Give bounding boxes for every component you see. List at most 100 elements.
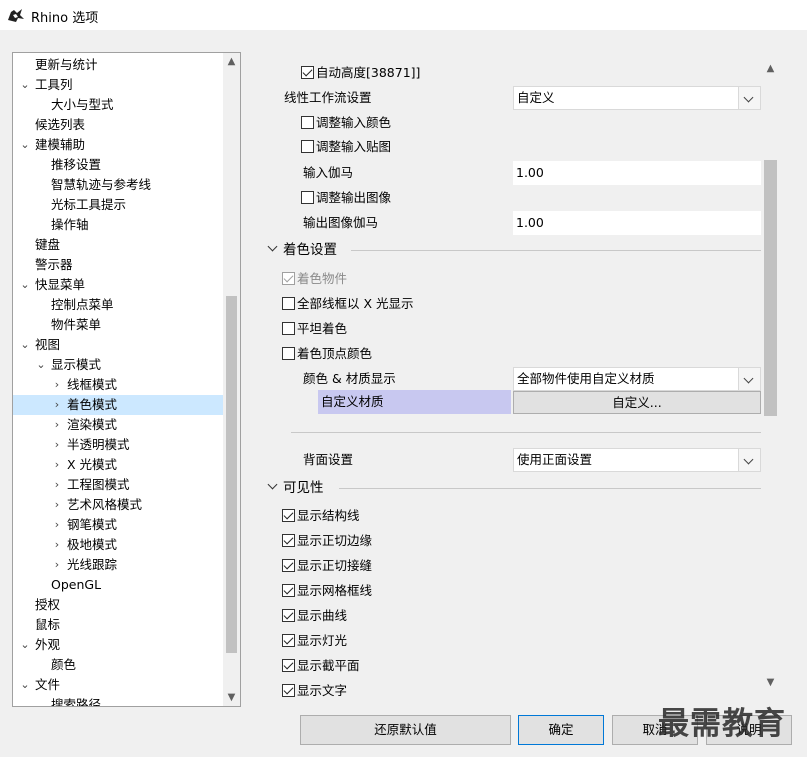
color-material-select[interactable]: 全部物件使用自定义材质	[513, 367, 761, 391]
chevron-right-icon[interactable]: ›	[51, 455, 63, 475]
panel-scroll-thumb[interactable]	[764, 160, 777, 416]
tree-item[interactable]: › 极地模式	[13, 535, 223, 555]
collapse-chevron-icon[interactable]	[267, 241, 278, 252]
tree-item[interactable]: › X 光模式	[13, 455, 223, 475]
visibility-checkbox[interactable]	[282, 634, 295, 647]
section-divider	[291, 432, 761, 433]
visibility-checkbox[interactable]	[282, 684, 295, 697]
tree-item[interactable]: › 渲染模式	[13, 415, 223, 435]
scroll-up-icon[interactable]: ▲	[762, 60, 779, 77]
tree-item[interactable]: › 钢笔模式	[13, 515, 223, 535]
collapse-chevron-icon[interactable]	[267, 479, 278, 490]
vertex-colors-checkbox[interactable]	[282, 347, 295, 360]
chevron-right-icon[interactable]: ›	[51, 475, 63, 495]
tree-item-label: 更新与统计	[35, 57, 98, 72]
chevron-right-icon[interactable]: ›	[51, 395, 63, 415]
tree-item[interactable]: 键盘	[13, 235, 223, 255]
tree-item-label: 快显菜单	[35, 277, 86, 292]
backface-select[interactable]: 使用正面设置	[513, 448, 761, 472]
visibility-option-label: 显示结构线	[297, 508, 360, 523]
tree-item[interactable]: ⌄ 文件	[13, 675, 223, 695]
visibility-checkbox[interactable]	[282, 609, 295, 622]
tree-item[interactable]: 更新与统计	[13, 55, 223, 75]
tree-item[interactable]: 光标工具提示	[13, 195, 223, 215]
tree-item[interactable]: ⌄ 建模辅助	[13, 135, 223, 155]
adjust-input-texture-checkbox[interactable]	[301, 140, 314, 153]
restore-defaults-button[interactable]: 还原默认值	[300, 715, 511, 745]
visibility-checkbox[interactable]	[282, 584, 295, 597]
tree-item[interactable]: ⌄ 快显菜单	[13, 275, 223, 295]
flat-shading-checkbox[interactable]	[282, 322, 295, 335]
chevron-right-icon[interactable]: ›	[51, 375, 63, 395]
input-gamma-field[interactable]: 1.00	[513, 161, 761, 185]
tree-item[interactable]: 大小与型式	[13, 95, 223, 115]
scroll-up-icon[interactable]: ▲	[223, 53, 240, 70]
visibility-checkbox[interactable]	[282, 509, 295, 522]
tree-item[interactable]: › 着色模式	[13, 395, 223, 415]
chevron-down-icon[interactable]	[738, 368, 760, 390]
tree-item[interactable]: 授权	[13, 595, 223, 615]
chevron-down-icon[interactable]: ⌄	[19, 275, 31, 295]
chevron-down-icon[interactable]	[738, 449, 760, 471]
adjust-input-color-checkbox[interactable]	[301, 116, 314, 129]
chevron-down-icon[interactable]: ⌄	[19, 335, 31, 355]
visibility-option-label: 显示截平面	[297, 658, 360, 673]
tree-item-label: 极地模式	[67, 537, 118, 552]
chevron-right-icon[interactable]: ›	[51, 555, 63, 575]
visibility-section-title[interactable]: 可见性	[283, 477, 324, 499]
custom-material-button[interactable]: 自定义...	[513, 391, 761, 414]
chevron-right-icon[interactable]: ›	[51, 495, 63, 515]
tree-item[interactable]: 警示器	[13, 255, 223, 275]
chevron-right-icon[interactable]: ›	[51, 515, 63, 535]
tree-item[interactable]: 智慧轨迹与参考线	[13, 175, 223, 195]
scroll-down-icon[interactable]: ▼	[762, 674, 779, 691]
chevron-down-icon[interactable]	[738, 87, 760, 109]
tree-item[interactable]: 推移设置	[13, 155, 223, 175]
tree-item[interactable]: › 线框模式	[13, 375, 223, 395]
title-bar[interactable]: Rhino 选项	[0, 0, 807, 30]
visibility-checkbox[interactable]	[282, 559, 295, 572]
tree-item[interactable]: › 半透明模式	[13, 435, 223, 455]
tree-scrollbar[interactable]: ▲ ▼	[223, 53, 240, 706]
tree-item[interactable]: 操作轴	[13, 215, 223, 235]
options-tree[interactable]: 更新与统计 ⌄ 工具列 大小与型式 候选列表 ⌄ 建模辅助 推移设置 智慧轨迹与参考线 光标工具提…	[12, 52, 241, 707]
tree-item[interactable]: 鼠标	[13, 615, 223, 635]
tree-item[interactable]: ⌄ 外观	[13, 635, 223, 655]
visibility-checkbox[interactable]	[282, 534, 295, 547]
output-gamma-field[interactable]: 1.00	[513, 211, 761, 235]
tree-item[interactable]: › 工程图模式	[13, 475, 223, 495]
tree-item[interactable]: › 光线跟踪	[13, 555, 223, 575]
chevron-down-icon[interactable]: ⌄	[19, 635, 31, 655]
visibility-checkbox[interactable]	[282, 659, 295, 672]
tree-item[interactable]: 控制点菜单	[13, 295, 223, 315]
tree-item[interactable]: OpenGL	[13, 575, 223, 595]
auto-height-checkbox[interactable]	[301, 66, 314, 79]
visibility-option-label: 显示文字	[297, 683, 348, 698]
adjust-output-image-checkbox[interactable]	[301, 191, 314, 204]
chevron-right-icon[interactable]: ›	[51, 415, 63, 435]
tree-item[interactable]: ⌄ 视图	[13, 335, 223, 355]
chevron-down-icon[interactable]: ⌄	[19, 675, 31, 695]
chevron-right-icon[interactable]: ›	[51, 535, 63, 555]
panel-scrollbar[interactable]: ▲ ▼	[762, 52, 779, 692]
scroll-down-icon[interactable]: ▼	[223, 689, 240, 706]
chevron-down-icon[interactable]: ⌄	[19, 75, 31, 95]
chevron-down-icon[interactable]: ⌄	[19, 135, 31, 155]
color-material-label: 颜色 & 材质显示	[303, 371, 396, 386]
all-wire-xray-checkbox[interactable]	[282, 297, 295, 310]
ok-button[interactable]: 确定	[518, 715, 604, 745]
tree-item-label: 鼠标	[35, 617, 61, 632]
tree-item[interactable]: 物件菜单	[13, 315, 223, 335]
linear-workflow-select[interactable]: 自定义	[513, 86, 761, 110]
tree-item[interactable]: 搜索路径	[13, 695, 223, 706]
tree-item[interactable]: 候选列表	[13, 115, 223, 135]
tree-item[interactable]: ⌄ 显示模式	[13, 355, 223, 375]
shading-section-title[interactable]: 着色设置	[283, 239, 337, 261]
chevron-right-icon[interactable]: ›	[51, 435, 63, 455]
tree-item[interactable]: 颜色	[13, 655, 223, 675]
chevron-down-icon[interactable]: ⌄	[35, 355, 47, 375]
tree-item[interactable]: › 艺术风格模式	[13, 495, 223, 515]
tree-item[interactable]: ⌄ 工具列	[13, 75, 223, 95]
tree-scroll-thumb[interactable]	[226, 296, 237, 653]
tree-item-label: 半透明模式	[67, 437, 130, 452]
